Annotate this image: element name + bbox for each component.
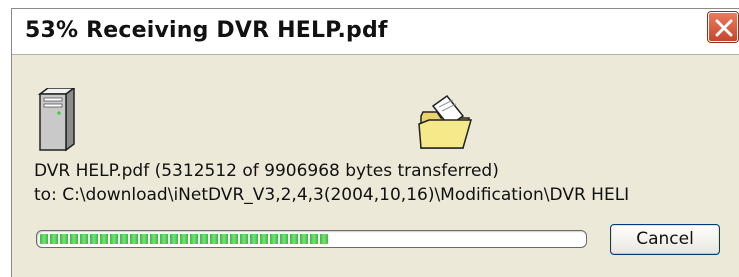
download-dialog: 53% Receiving DVR HELP.pdf DVR HELP.pdf … (11, 8, 739, 277)
close-button[interactable] (707, 11, 739, 43)
folder-icon (418, 94, 472, 149)
server-icon (37, 88, 76, 152)
progress-bar-fill (40, 234, 328, 244)
destination-path-text: to: C:\download\iNetDVR_V3,2,4,3(2004,10… (34, 185, 630, 205)
title-bar[interactable]: 53% Receiving DVR HELP.pdf (12, 9, 739, 55)
transfer-status-text: DVR HELP.pdf (5312512 of 9906968 bytes t… (34, 161, 499, 181)
dialog-body: DVR HELP.pdf (5312512 of 9906968 bytes t… (12, 56, 739, 277)
window-title: 53% Receiving DVR HELP.pdf (25, 18, 388, 43)
close-icon (715, 19, 733, 37)
cancel-button[interactable]: Cancel (610, 224, 720, 255)
progress-bar (36, 230, 587, 248)
